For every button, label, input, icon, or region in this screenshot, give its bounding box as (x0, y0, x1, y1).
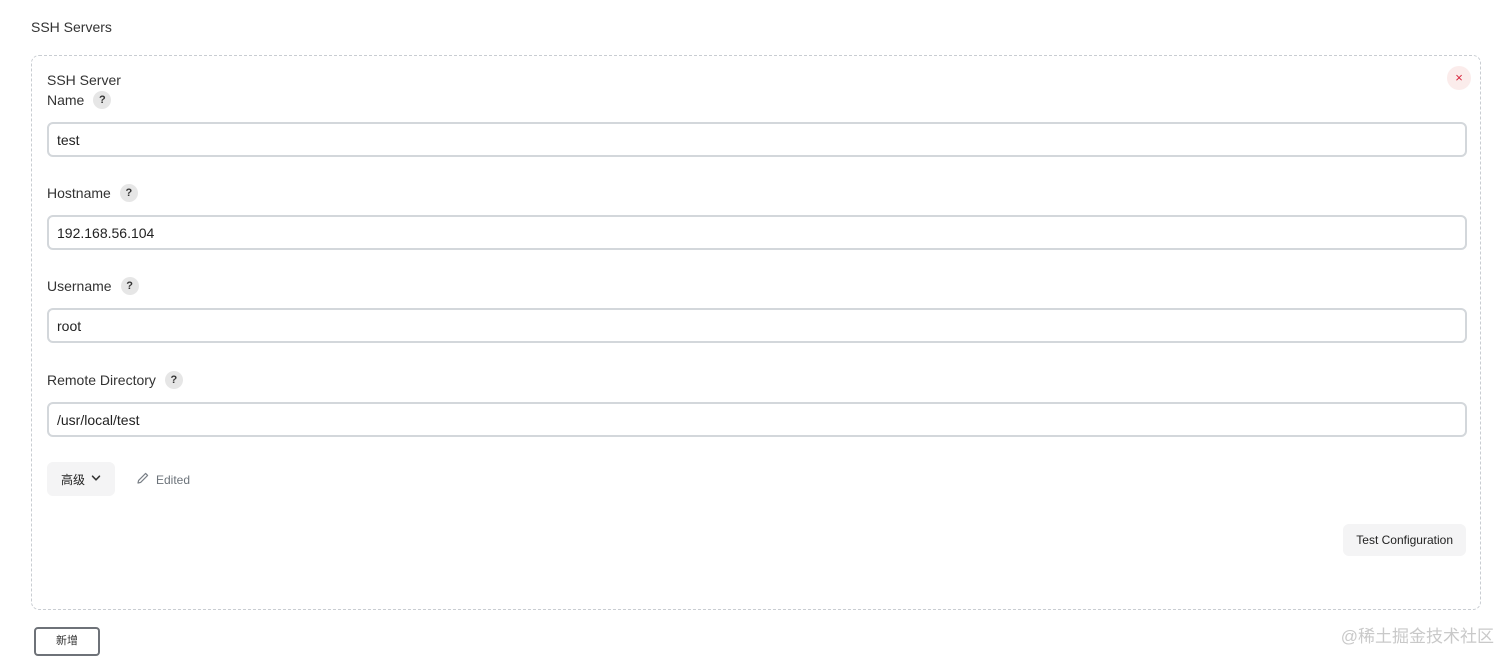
close-icon[interactable]: × (1447, 66, 1471, 90)
remote-directory-input[interactable] (47, 402, 1467, 437)
remote-directory-label: Remote Directory (47, 372, 156, 388)
add-server-button[interactable]: 新增 (34, 627, 100, 656)
advanced-label: 高级 (60, 472, 85, 487)
username-input[interactable] (47, 308, 1467, 343)
watermark: @稀土掘金技术社区 (1340, 627, 1494, 646)
test-configuration-button[interactable]: Test Configuration (1343, 524, 1466, 556)
hostname-input[interactable] (47, 215, 1467, 250)
name-input[interactable] (47, 122, 1467, 157)
ssh-server-title: SSH Server (47, 72, 121, 88)
section-title: SSH Servers (31, 19, 112, 35)
username-label: Username (47, 278, 112, 294)
remote-directory-label-row: Remote Directory ? (47, 371, 183, 389)
hostname-label-row: Hostname ? (47, 184, 138, 202)
edited-indicator: Edited (136, 471, 190, 488)
username-label-row: Username ? (47, 277, 139, 295)
edited-label: Edited (156, 472, 191, 487)
remote-directory-help-icon[interactable]: ? (164, 371, 183, 389)
hostname-label: Hostname (47, 185, 111, 201)
name-help-icon[interactable]: ? (93, 91, 112, 109)
pencil-icon (136, 471, 150, 488)
name-label: Name (47, 92, 85, 108)
username-help-icon[interactable]: ? (120, 277, 139, 295)
advanced-button[interactable]: 高级 (47, 462, 115, 496)
chevron-down-icon (91, 472, 101, 486)
hostname-help-icon[interactable]: ? (119, 184, 138, 202)
ssh-server-panel: SSH Server × Name ? Hostname ? Username … (31, 55, 1481, 610)
name-label-row: Name ? (47, 91, 112, 109)
